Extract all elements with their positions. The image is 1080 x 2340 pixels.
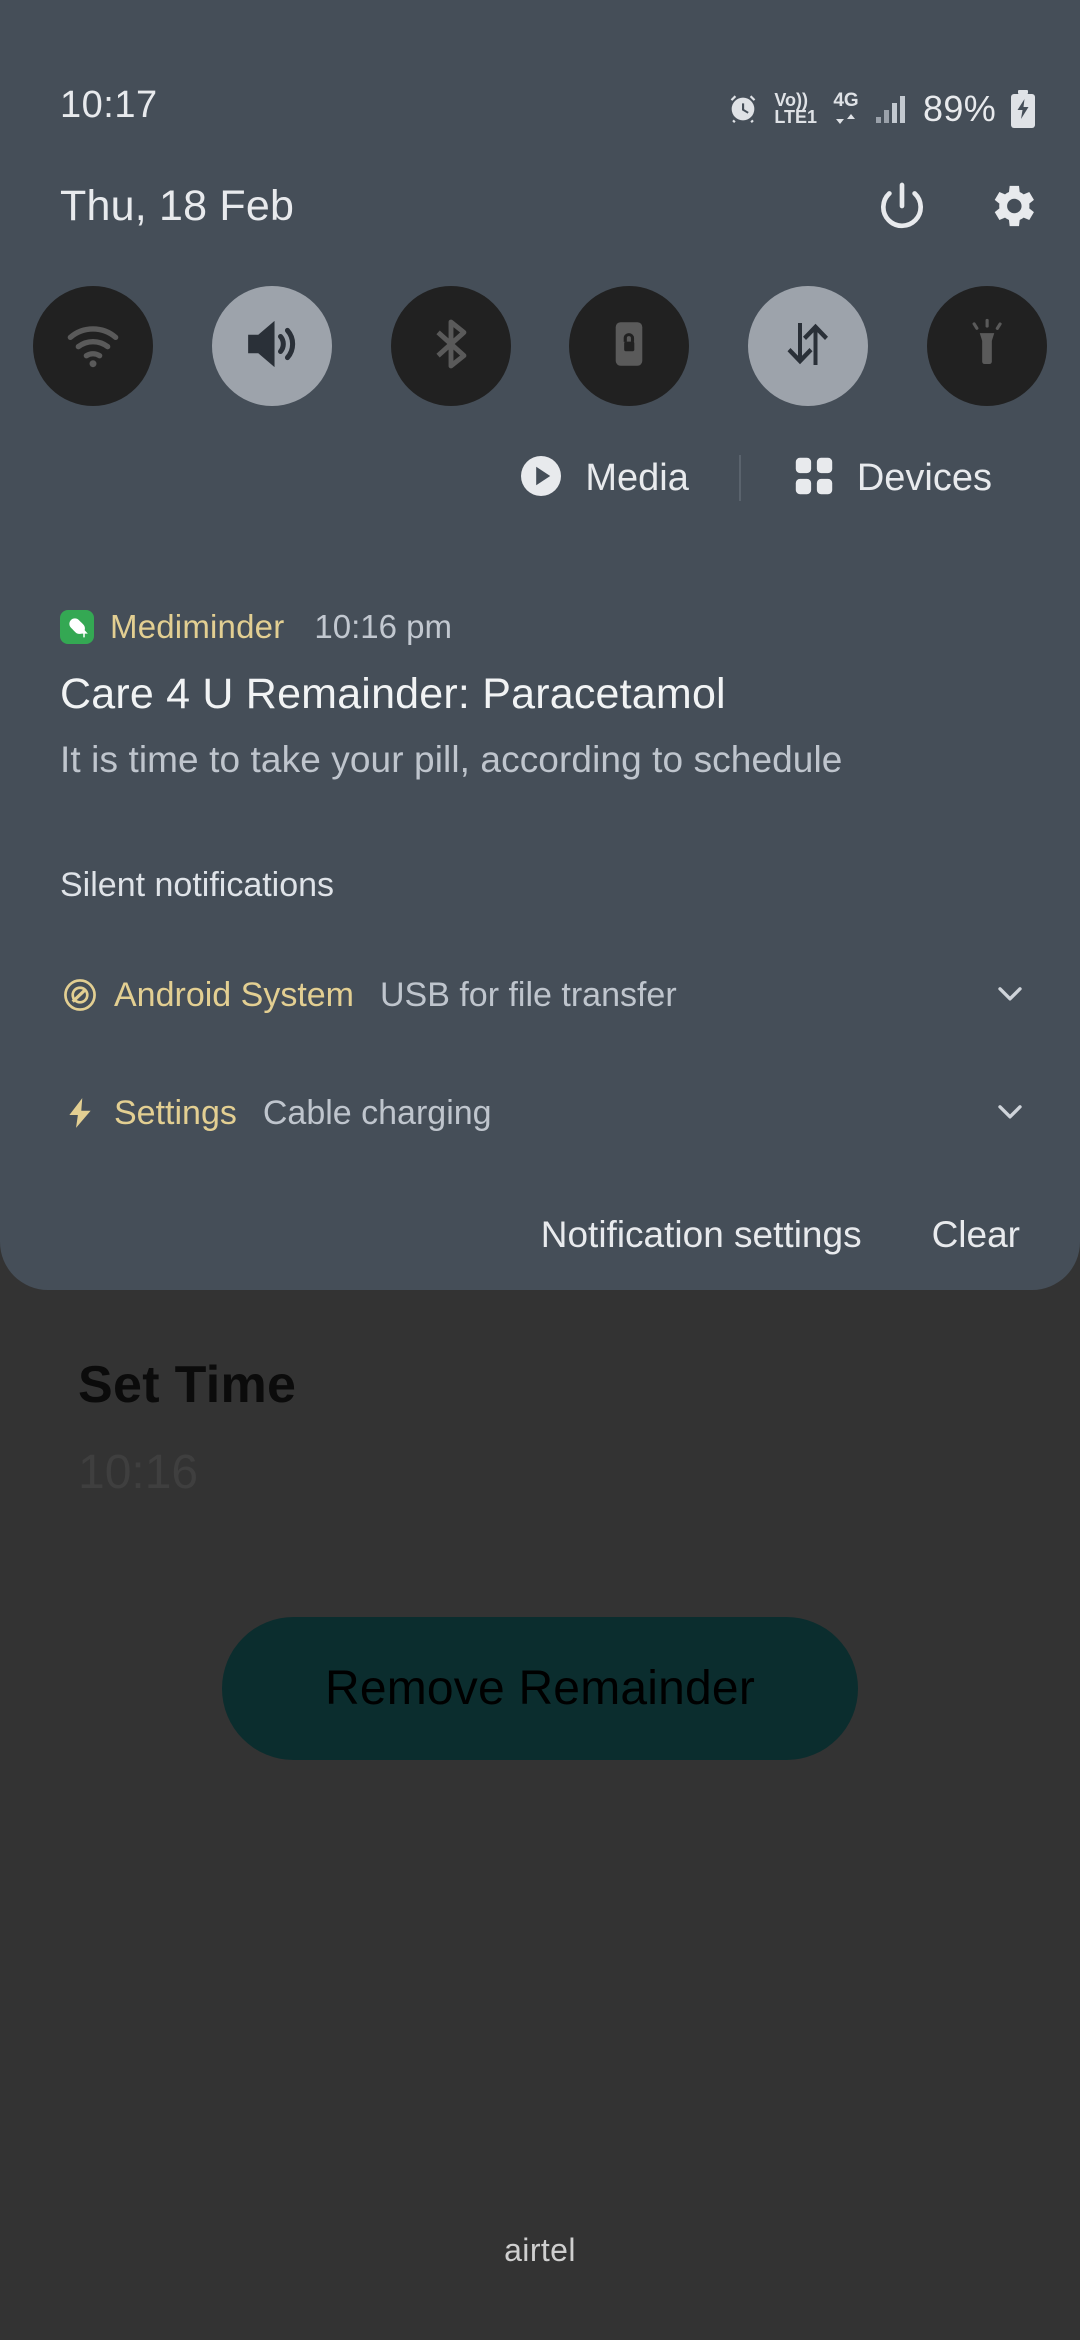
- signal-bars-icon: [875, 94, 909, 124]
- qs-tile-mobile-data[interactable]: [748, 286, 869, 406]
- network-type-label: 4G: [833, 89, 859, 111]
- silent-notifications-header: Silent notifications: [60, 866, 335, 904]
- silent-text: Cable charging: [262, 1093, 492, 1132]
- shade-date: Thu, 18 Feb: [60, 182, 295, 230]
- devices-chip-label: Devices: [856, 456, 992, 499]
- notification-settings-button[interactable]: Notification settings: [541, 1214, 862, 1256]
- notification-time: 10:16 pm: [314, 608, 452, 645]
- qs-tile-flashlight[interactable]: [926, 286, 1047, 406]
- devices-chip[interactable]: Devices: [763, 453, 1020, 504]
- bolt-icon: [60, 1096, 100, 1130]
- battery-percent-label: 89%: [923, 88, 996, 129]
- mobile-data-arrows-icon: 4G: [831, 91, 861, 128]
- volte-bottom: LTE1: [774, 107, 818, 127]
- shade-chip-row: Media Devices: [0, 438, 1080, 518]
- media-chip[interactable]: Media: [489, 452, 717, 505]
- clear-all-button[interactable]: Clear: [932, 1214, 1020, 1256]
- chevron-down-icon[interactable]: [990, 973, 1030, 1018]
- notification-app-name: Mediminder: [110, 608, 285, 645]
- settings-gear-icon[interactable]: [984, 178, 1040, 239]
- time-value: 10:16: [78, 1446, 199, 1499]
- qs-tile-bluetooth[interactable]: [390, 286, 511, 406]
- status-bar: 10:17 Vo)) LTE1 4G 89%: [0, 0, 1080, 130]
- android-system-icon: [60, 976, 100, 1014]
- phone-screen: Set Time 10:16 Remove Remainder airtel 1…: [0, 0, 1080, 2340]
- battery-charging-icon: [1010, 90, 1036, 128]
- bluetooth-icon: [420, 313, 482, 380]
- silent-text: USB for file transfer: [380, 975, 677, 1014]
- silent-notification-android-system[interactable]: Android System USB for file transfer: [0, 955, 1080, 1035]
- shade-date-row: Thu, 18 Feb: [0, 170, 1080, 260]
- silent-app-name: Android System: [114, 975, 354, 1014]
- qs-tile-sound[interactable]: [211, 286, 332, 406]
- chevron-down-icon[interactable]: [990, 1091, 1030, 1136]
- wifi-icon: [61, 312, 125, 381]
- silent-notification-settings[interactable]: Settings Cable charging: [0, 1073, 1080, 1153]
- mobile-data-icon: [778, 314, 838, 379]
- notification-body: It is time to take your pill, according …: [60, 739, 843, 780]
- alarm-icon: [726, 92, 760, 126]
- media-chip-label: Media: [585, 456, 689, 499]
- sound-icon: [240, 312, 304, 381]
- power-icon[interactable]: [874, 178, 930, 239]
- notification-header: Mediminder 10:16 pm: [0, 608, 1080, 646]
- status-icon-group: Vo)) LTE1 4G 89%: [726, 88, 1036, 130]
- qs-tile-wifi[interactable]: [33, 286, 153, 406]
- status-clock: 10:17: [60, 84, 158, 126]
- devices-grid-icon: [791, 453, 837, 504]
- remove-remainder-label: Remove Remainder: [324, 1662, 756, 1715]
- pill-icon: [60, 610, 94, 644]
- quick-settings-row: [0, 286, 1080, 406]
- chip-divider: [738, 455, 741, 501]
- remove-remainder-button[interactable]: Remove Remainder: [222, 1617, 858, 1760]
- carrier-label: airtel: [504, 2232, 576, 2268]
- notification-shade: 10:17 Vo)) LTE1 4G 89% Thu, 18 Feb Media…: [0, 0, 1080, 1290]
- page-title: Set Time: [78, 1356, 297, 1414]
- qs-tile-auto-rotate[interactable]: [569, 286, 690, 406]
- play-circle-icon: [517, 452, 565, 505]
- notification-title: Care 4 U Remainder: Paracetamol: [60, 670, 726, 718]
- rotation-lock-icon: [600, 315, 658, 378]
- notification-item-mediminder[interactable]: Mediminder 10:16 pm Care 4 U Remainder: …: [0, 608, 1080, 781]
- shade-footer: Notification settings Clear: [0, 1195, 1080, 1275]
- volte-icon: Vo)) LTE1: [774, 91, 818, 127]
- flashlight-icon: [958, 315, 1016, 378]
- silent-app-name: Settings: [114, 1093, 237, 1132]
